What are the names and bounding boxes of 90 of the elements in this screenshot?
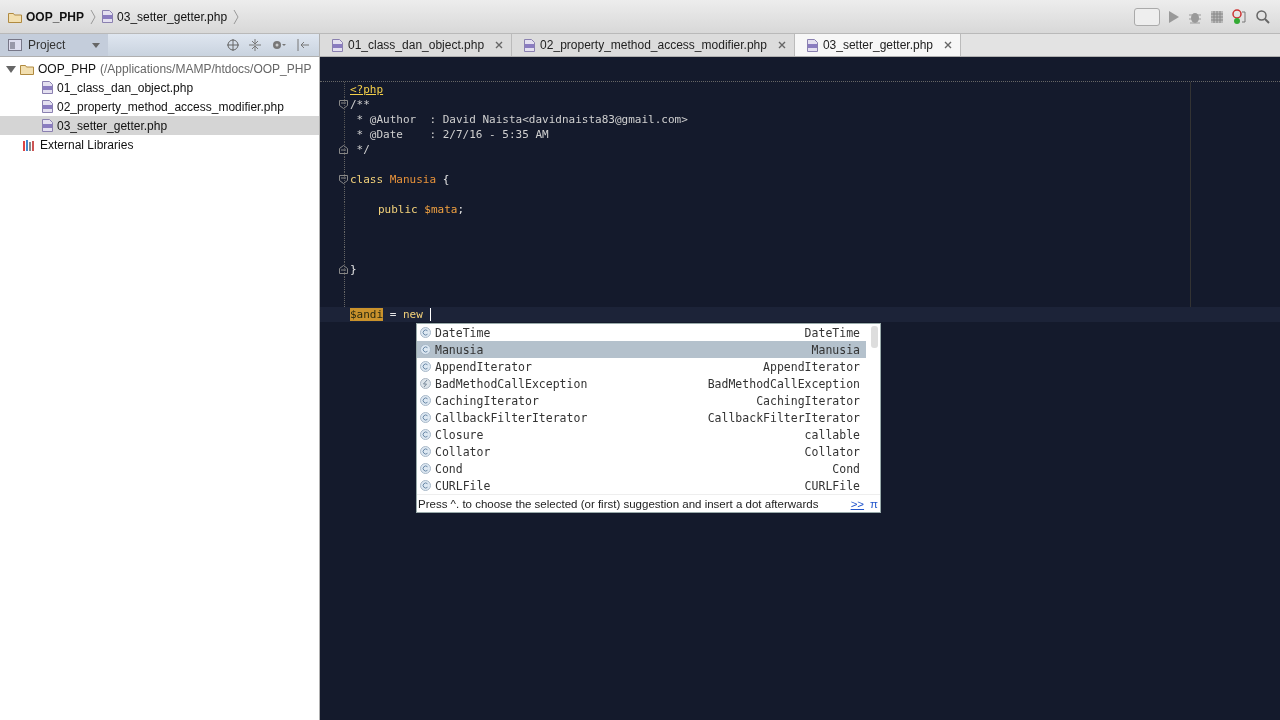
coverage-icon[interactable] [1210, 9, 1224, 24]
completion-type: Collator [804, 444, 860, 459]
completion-item[interactable]: AppendIterator AppendIterator [417, 358, 866, 375]
completion-item[interactable]: CallbackFilterIterator CallbackFilterIterator [417, 409, 866, 426]
folder-icon [20, 62, 34, 75]
php-file-icon [42, 119, 53, 132]
code-keyword: new [403, 308, 423, 321]
class-icon [420, 463, 431, 474]
editor-tab[interactable]: 03_setter_getter.php [794, 34, 961, 56]
completion-type: callable [804, 427, 860, 442]
completion-item[interactable]: DateTime DateTime [417, 324, 866, 341]
close-icon [777, 41, 786, 49]
pi-link[interactable]: π [870, 497, 878, 510]
php-tag: <?php [350, 83, 384, 96]
code-comment: * @Author : David Naista<davidnaista83@gmail.com> [355, 113, 688, 126]
tree-item[interactable]: 02_property_method_access_modifier.php [0, 97, 319, 116]
class-icon [420, 429, 431, 440]
chevron-icon [90, 8, 97, 25]
tree-item[interactable]: OOP_PHP (/Applications/MAMP/htdocs/OOP_PHP [0, 59, 319, 78]
debug-listen-icon[interactable] [1232, 8, 1248, 25]
code-variable: $mata [423, 203, 458, 216]
tree-item[interactable]: External Libraries [0, 135, 319, 154]
more-link[interactable]: >> [850, 497, 865, 510]
completion-type: CallbackFilterIterator [707, 410, 860, 425]
completion-type: CachingIterator [756, 393, 860, 408]
completion-type: DateTime [804, 325, 860, 340]
completion-hint: Press ^. to choose the selected (or first) suggestion and insert a dot afterwards [418, 497, 819, 510]
completion-item[interactable]: Collator Collator [417, 443, 866, 460]
run-icon[interactable] [1168, 9, 1180, 24]
folder-icon [8, 10, 22, 23]
completion-type: BadMethodCallException [707, 376, 860, 391]
panel-icon [8, 39, 22, 51]
scrollbar-thumb [871, 326, 878, 348]
php-file-icon [42, 100, 53, 113]
completion-item[interactable]: BadMethodCallException BadMethodCallException [417, 375, 866, 392]
code-comment: * @Date : 2/7/16 - 5:35 AM [355, 128, 549, 141]
editor-tab[interactable]: 02_property_method_access_modifier.php [512, 34, 795, 56]
run-config-dropdown[interactable] [1134, 7, 1160, 26]
php-file-icon [102, 10, 114, 23]
breadcrumb-item[interactable]: 03_setter_getter.php [117, 9, 228, 24]
lightning-icon [420, 378, 431, 389]
completion-item[interactable]: Closure callable [417, 426, 866, 443]
class-icon [420, 327, 431, 338]
completion-item[interactable]: Cond Cond [417, 460, 866, 477]
project-view-selector[interactable]: Project [0, 34, 108, 56]
editor-tab[interactable]: 01_class_dan_object.php [320, 34, 513, 56]
completion-item[interactable]: CURLFile CURLFile [417, 477, 866, 494]
tree-item[interactable]: 01_class_dan_object.php [0, 78, 319, 97]
code-keyword: public [378, 203, 418, 216]
class-icon [420, 395, 431, 406]
class-icon [420, 480, 431, 491]
code-text: ; [457, 203, 465, 216]
settings-icon[interactable] [271, 39, 287, 51]
code-variable: $andi [350, 308, 384, 321]
code-text: } [350, 263, 357, 276]
completion-item[interactable]: Manusia Manusia [417, 341, 866, 358]
close-icon [944, 41, 952, 49]
library-icon [22, 138, 36, 151]
expanded-arrow-icon [6, 63, 16, 74]
completion-item[interactable]: CachingIterator CachingIterator [417, 392, 866, 409]
class-icon [420, 361, 431, 372]
collapse-icon[interactable] [249, 39, 261, 51]
tree-item-path: (/Applications/MAMP/htdocs/OOP_PHP [100, 61, 312, 76]
php-file-icon [42, 81, 53, 94]
close-icon [495, 41, 504, 49]
class-icon [420, 344, 431, 355]
class-icon [420, 446, 431, 457]
php-file-icon [332, 38, 343, 52]
completion-type: AppendIterator [763, 359, 860, 374]
tree-item[interactable]: 03_setter_getter.php [0, 116, 319, 135]
hide-panel-icon[interactable] [297, 39, 309, 51]
search-icon[interactable] [1256, 9, 1270, 24]
dropdown-icon [92, 42, 100, 48]
text-cursor [429, 308, 431, 321]
code-editor[interactable] [320, 57, 1280, 720]
completion-type: Cond [832, 461, 860, 476]
code-comment: */ [355, 143, 370, 156]
code-comment: /** [350, 98, 370, 111]
chevron-icon [233, 8, 240, 25]
class-icon [420, 412, 431, 423]
code-text: = [388, 308, 398, 321]
code-text: { [441, 173, 450, 186]
completion-type: Manusia [811, 342, 860, 357]
breadcrumb-item[interactable]: OOP_PHP [26, 9, 85, 24]
code-keyword: class [350, 173, 384, 186]
class-name: Manusia [388, 173, 437, 186]
php-file-icon [806, 38, 818, 52]
php-file-icon [524, 38, 536, 52]
completion-type: CURLFile [804, 478, 860, 493]
locate-icon[interactable] [227, 39, 239, 51]
